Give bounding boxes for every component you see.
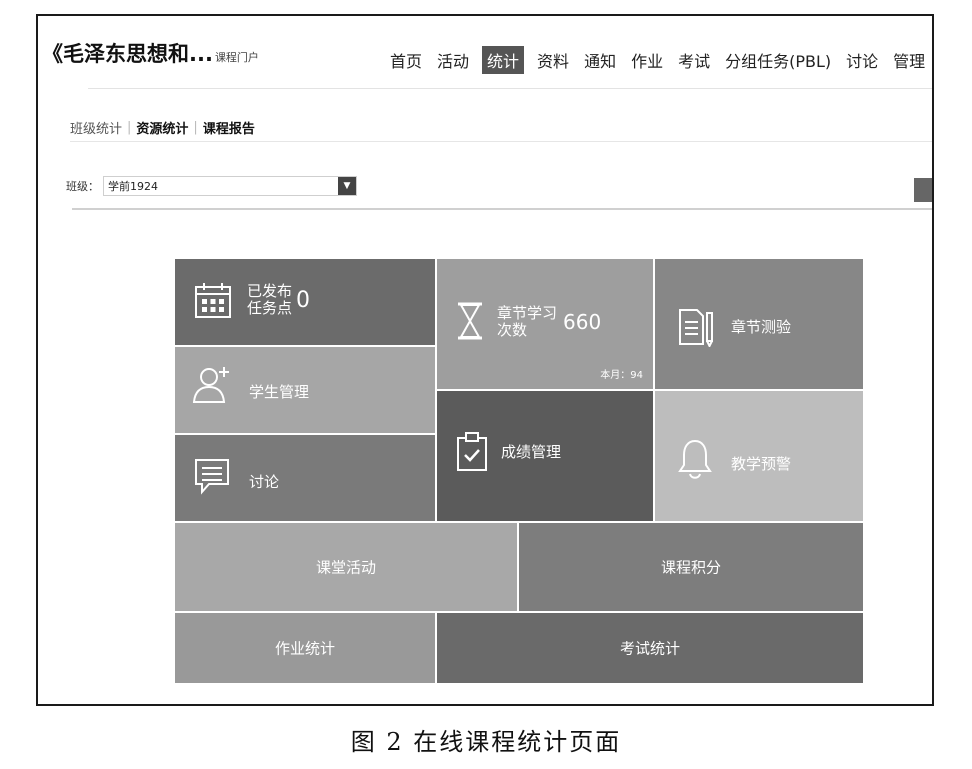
nav-notices[interactable]: 通知 (582, 46, 618, 74)
course-points-label: 课程积分 (660, 558, 721, 577)
nav-statistics[interactable]: 统计 (482, 46, 525, 74)
tab-resource-stats[interactable]: 资源统计 (136, 118, 188, 137)
subtabs-divider (70, 141, 932, 142)
exam-stats-label: 考试统计 (619, 639, 680, 658)
nav-discussion[interactable]: 讨论 (844, 46, 880, 74)
nav-activity[interactable]: 活动 (435, 46, 471, 74)
teaching-alert-label: 教学预警 (731, 455, 792, 473)
nav-materials[interactable]: 资料 (535, 46, 571, 74)
class-select[interactable]: 学前1924 ▼ (103, 176, 357, 196)
header-divider (88, 88, 932, 89)
tile-grade-management[interactable]: 成绩管理 (436, 390, 654, 522)
nav-group-task[interactable]: 分组任务(PBL) (723, 46, 833, 74)
chapter-study-label: 章节学习 次数 (497, 304, 558, 339)
class-filter: 班级： 学前1924 ▼ (66, 176, 357, 196)
clipboard-check-icon (457, 432, 487, 471)
course-title[interactable]: 《毛泽东思想和... 课程门户 (42, 38, 259, 68)
homework-stats-label: 作业统计 (274, 639, 335, 658)
course-subtitle: 课程门户 (214, 51, 259, 64)
grade-management-label: 成绩管理 (501, 443, 562, 461)
hourglass-icon (458, 302, 482, 340)
filter-divider (72, 208, 932, 210)
class-select-value: 学前1924 (108, 180, 158, 193)
chat-icon (195, 459, 229, 495)
nav-homework[interactable]: 作业 (629, 46, 665, 74)
class-label: 班级： (66, 180, 99, 193)
tile-homework-stats[interactable]: 作业统计 (174, 612, 436, 684)
class-activity-label: 课堂活动 (315, 558, 376, 577)
discussion-label: 讨论 (249, 473, 280, 491)
calendar-icon (195, 283, 231, 318)
chapter-study-count: 660 (563, 310, 602, 334)
chapter-study-month: 本月：94 (600, 370, 643, 381)
screenshot-frame: 《毛泽东思想和... 课程门户 首页 活动 统计 资料 通知 作业 考试 分组任务… (36, 14, 934, 706)
student-management-label: 学生管理 (249, 383, 310, 401)
tile-teaching-alert[interactable]: 教学预警 (654, 390, 864, 522)
top-nav: 首页 活动 统计 资料 通知 作业 考试 分组任务(PBL) 讨论 管理 (388, 46, 927, 74)
tile-student-management[interactable]: 学生管理 (174, 346, 436, 434)
chapter-quiz-label: 章节测验 (731, 318, 792, 336)
tile-course-points[interactable]: 课程积分 (518, 522, 864, 612)
stats-subtabs: 班级统计 | 资源统计 | 课程报告 (70, 118, 255, 137)
nav-manage[interactable]: 管理 (891, 46, 927, 74)
add-user-icon (192, 367, 229, 403)
chevron-down-icon[interactable]: ▼ (338, 177, 356, 195)
document-pencil-icon (679, 309, 713, 347)
nav-exam[interactable]: 考试 (676, 46, 712, 74)
tile-chapter-quiz[interactable]: 章节测验 (654, 258, 864, 390)
tile-published-task-points[interactable]: 已发布 任务点 0 (174, 258, 436, 346)
export-button[interactable] (914, 178, 932, 202)
tile-exam-stats[interactable]: 考试统计 (436, 612, 864, 684)
figure-caption: 图 2 在线课程统计页面 (350, 728, 622, 756)
nav-home[interactable]: 首页 (388, 46, 424, 74)
tab-class-stats[interactable]: 班级统计 (70, 118, 122, 137)
bell-icon (678, 439, 712, 479)
tile-discussion[interactable]: 讨论 (174, 434, 436, 522)
tab-course-report[interactable]: 课程报告 (203, 118, 255, 137)
published-label: 已发布 任务点 (247, 282, 293, 317)
tile-class-activity[interactable]: 课堂活动 (174, 522, 518, 612)
published-count: 0 (296, 287, 311, 313)
tile-chapter-study-count[interactable]: 章节学习 次数 660 本月：94 (436, 258, 654, 390)
